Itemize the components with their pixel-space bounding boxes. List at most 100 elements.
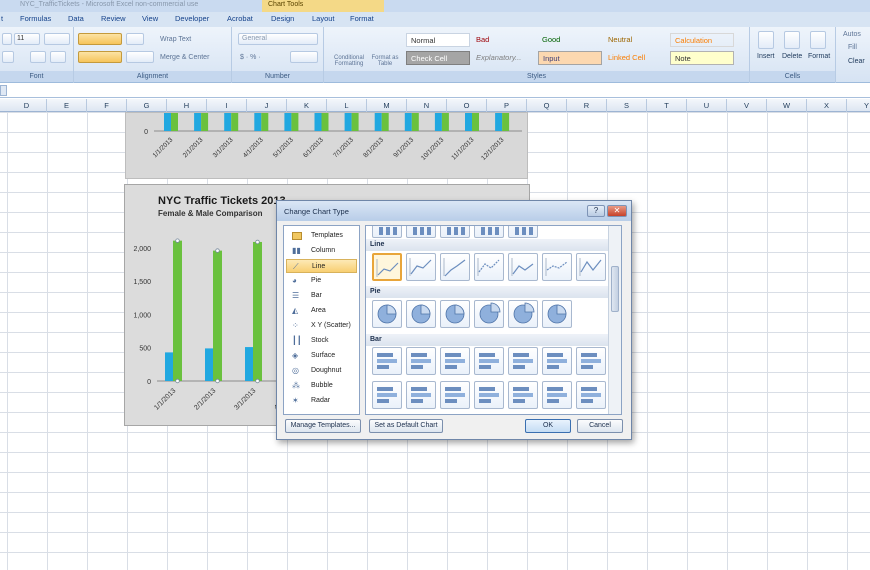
delete-button[interactable]: Delete <box>782 53 802 60</box>
font-color-button[interactable] <box>50 51 66 63</box>
column-header[interactable]: P <box>487 99 527 112</box>
pie-subtype-thumb[interactable] <box>474 300 504 328</box>
column-header[interactable]: F <box>87 99 127 112</box>
line-subtype-thumb[interactable] <box>440 253 470 281</box>
column-header[interactable]: J <box>247 99 287 112</box>
set-default-chart-button[interactable]: Set as Default Chart <box>369 419 443 433</box>
style-good[interactable]: Good <box>538 33 602 47</box>
close-icon[interactable]: ✕ <box>607 205 627 217</box>
style-calculation[interactable]: Calculation <box>670 33 734 47</box>
grow-shrink-font-button[interactable] <box>44 33 70 45</box>
bar-subtype-thumb[interactable] <box>542 347 572 375</box>
column-header[interactable]: D <box>7 99 47 112</box>
column-header[interactable]: V <box>727 99 767 112</box>
borders-button[interactable] <box>2 51 14 63</box>
ok-button[interactable]: OK <box>525 419 571 433</box>
align-left-center-button[interactable] <box>78 51 122 63</box>
category-scatter[interactable]: ⁘ X Y (Scatter) <box>286 319 357 333</box>
column-subtype-thumb[interactable] <box>508 226 538 238</box>
category-surface[interactable]: ◈ Surface <box>286 349 357 363</box>
orientation-button[interactable] <box>126 33 144 45</box>
column-header[interactable]: G <box>127 99 167 112</box>
pie-subtype-thumb[interactable] <box>542 300 572 328</box>
tab-view[interactable]: View <box>142 14 158 23</box>
line-subtype-thumb[interactable] <box>406 253 436 281</box>
insert-cells-icon[interactable] <box>758 31 774 49</box>
bar-3d-subtype-thumb[interactable] <box>542 381 572 409</box>
pie-subtype-thumb[interactable] <box>372 300 402 328</box>
font-size-box[interactable]: 11 <box>14 33 40 45</box>
category-column[interactable]: ▮▮ Column <box>286 244 357 258</box>
bar-3d-subtype-thumb[interactable] <box>406 381 436 409</box>
scrollbar-thumb[interactable] <box>611 266 619 312</box>
wrap-text-button[interactable]: Wrap Text <box>160 36 191 43</box>
column-header[interactable]: Y <box>847 99 870 112</box>
column-header[interactable]: M <box>367 99 407 112</box>
name-box-edge[interactable] <box>0 85 7 96</box>
bar-3d-subtype-thumb[interactable] <box>372 381 402 409</box>
style-input[interactable]: Input <box>538 51 602 65</box>
format-as-table-button[interactable]: Format as Table <box>370 55 400 67</box>
column-subtype-thumb[interactable] <box>474 226 504 238</box>
column-header[interactable]: Q <box>527 99 567 112</box>
bar-subtype-thumb[interactable] <box>372 347 402 375</box>
category-area[interactable]: ◭ Area <box>286 304 357 318</box>
bar-subtype-thumb[interactable] <box>440 347 470 375</box>
column-header[interactable]: E <box>47 99 87 112</box>
gallery-scrollbar[interactable] <box>608 226 621 414</box>
column-header[interactable]: U <box>687 99 727 112</box>
category-radar[interactable]: ✶ Radar <box>286 394 357 408</box>
align-top-middle-button[interactable] <box>78 33 122 45</box>
category-pie[interactable]: ◕ Pie <box>286 274 357 288</box>
tab-design[interactable]: Design <box>271 14 294 23</box>
tab-format[interactable]: Format <box>350 14 374 23</box>
tab-developer[interactable]: Developer <box>175 14 209 23</box>
column-header[interactable]: R <box>567 99 607 112</box>
style-check-cell[interactable]: Check Cell <box>406 51 470 65</box>
tab-review[interactable]: Review <box>101 14 126 23</box>
style-explanatory[interactable]: Explanatory... <box>472 51 536 65</box>
bar-subtype-thumb[interactable] <box>406 347 436 375</box>
manage-templates-button[interactable]: Manage Templates... <box>285 419 361 433</box>
pie-subtype-thumb[interactable] <box>440 300 470 328</box>
tab-insert-partial[interactable]: t <box>1 14 3 23</box>
number-format-box[interactable]: General <box>238 33 318 45</box>
column-subtype-thumb[interactable] <box>406 226 436 238</box>
column-subtype-thumb[interactable] <box>440 226 470 238</box>
bar-3d-subtype-thumb[interactable] <box>440 381 470 409</box>
bar-subtype-thumb[interactable] <box>576 347 606 375</box>
category-bar[interactable]: ☰ Bar <box>286 289 357 303</box>
style-note[interactable]: Note <box>670 51 734 65</box>
cancel-button[interactable]: Cancel <box>577 419 623 433</box>
format-cells-icon[interactable] <box>810 31 826 49</box>
category-stock[interactable]: ┃┃ Stock <box>286 334 357 348</box>
category-line[interactable]: ⟋ Line <box>286 259 357 273</box>
bar-3d-subtype-thumb[interactable] <box>576 381 606 409</box>
column-header[interactable]: I <box>207 99 247 112</box>
autosum-button[interactable]: Autos <box>843 31 861 38</box>
formula-bar[interactable] <box>0 84 870 98</box>
line-subtype-thumb[interactable] <box>508 253 538 281</box>
bar-3d-subtype-thumb[interactable] <box>508 381 538 409</box>
clear-button[interactable]: Clear <box>848 58 865 65</box>
indent-button[interactable] <box>126 51 154 63</box>
column-header[interactable]: K <box>287 99 327 112</box>
monthly-chart[interactable]: 0 1/1/2013 2/1/2013 3/1/2013 4/1/2013 5/1/201… <box>125 112 528 179</box>
column-header[interactable]: N <box>407 99 447 112</box>
tab-formulas[interactable]: Formulas <box>20 14 51 23</box>
column-header[interactable]: T <box>647 99 687 112</box>
line-subtype-thumb[interactable] <box>576 253 606 281</box>
style-bad[interactable]: Bad <box>472 33 536 47</box>
column-header[interactable]: X <box>807 99 847 112</box>
column-header[interactable]: O <box>447 99 487 112</box>
tab-data[interactable]: Data <box>68 14 84 23</box>
help-button[interactable]: ? <box>587 205 605 217</box>
decimal-buttons[interactable] <box>290 51 318 63</box>
column-header[interactable]: H <box>167 99 207 112</box>
line-subtype-thumb[interactable] <box>542 253 572 281</box>
pie-subtype-thumb[interactable] <box>508 300 538 328</box>
insert-button[interactable]: Insert <box>757 53 775 60</box>
column-header[interactable]: L <box>327 99 367 112</box>
delete-cells-icon[interactable] <box>784 31 800 49</box>
line-subtype-thumb[interactable] <box>372 253 402 281</box>
